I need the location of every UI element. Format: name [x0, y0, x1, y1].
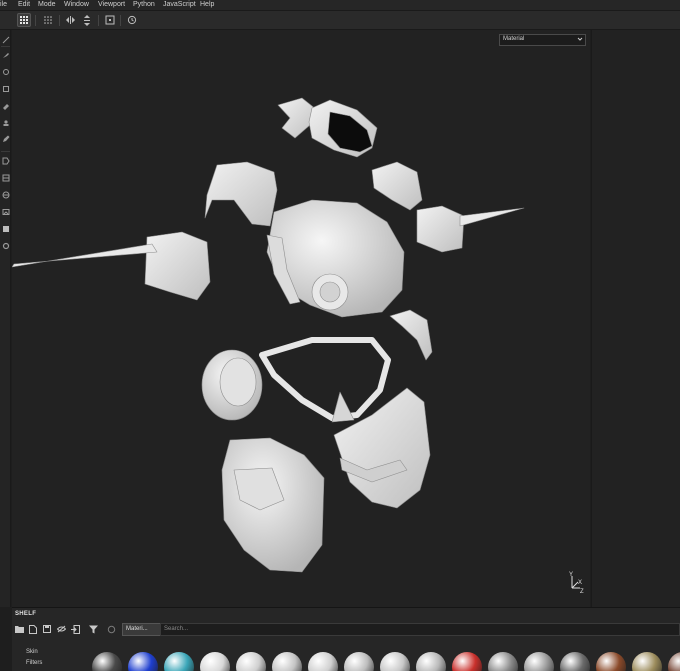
layers-tool-icon[interactable] [1, 173, 10, 182]
globe-tool-icon[interactable] [1, 190, 10, 199]
material-sphere[interactable] [380, 652, 410, 671]
axis-gizmo: Y X Z [566, 570, 588, 595]
material-sphere[interactable] [668, 652, 680, 671]
history-icon[interactable] [125, 13, 139, 27]
right-arm-piece [416, 205, 465, 253]
material-sphere[interactable] [452, 652, 482, 671]
eraser-tool-icon[interactable] [1, 101, 10, 110]
menu-javascript[interactable]: JavaScript [163, 1, 196, 8]
axis-y-label: Y [569, 572, 573, 578]
tool-divider [1, 46, 10, 47]
viewport-toolbar [0, 11, 680, 30]
smooth-tool-icon[interactable] [1, 67, 10, 76]
axis-x-label: X [578, 580, 582, 586]
axis-z-label: Z [580, 589, 584, 594]
tag-tool-icon[interactable] [1, 156, 10, 165]
material-sphere[interactable] [92, 652, 122, 671]
refresh-icon[interactable] [106, 624, 116, 634]
frame-icon[interactable] [103, 13, 117, 27]
shelf-categories: Skin Filters [12, 638, 87, 671]
menu-help[interactable]: Help [200, 1, 214, 8]
material-sphere[interactable] [164, 652, 194, 671]
category-filters[interactable]: Filters [26, 660, 42, 666]
folder-icon[interactable] [14, 624, 24, 634]
shelf-toolbar: Materi... × Search... [12, 622, 680, 637]
center-pivot-icon[interactable] [80, 13, 94, 27]
mask-tool-icon[interactable] [1, 84, 10, 93]
shading-mode-value: Material [503, 36, 525, 42]
material-sphere[interactable] [488, 652, 518, 671]
shelf-search-input[interactable]: Search... [160, 623, 680, 636]
chevron-down-icon [577, 36, 583, 44]
material-sphere[interactable] [308, 652, 338, 671]
new-file-icon[interactable] [28, 624, 38, 634]
material-sphere[interactable] [200, 652, 230, 671]
tool-divider [1, 151, 10, 152]
menu-bar: ile Edit Mode Window Viewport Python Jav… [0, 0, 680, 11]
import-icon[interactable] [70, 624, 80, 634]
menu-mode[interactable]: Mode [38, 1, 56, 8]
mirror-icon[interactable] [63, 13, 77, 27]
ring-frame [259, 337, 391, 421]
toolbar-divider [59, 15, 60, 26]
left-arm-piece [144, 231, 211, 301]
search-placeholder: Search... [164, 626, 189, 632]
settings-tool-icon[interactable] [1, 241, 10, 250]
torso-piece [221, 437, 325, 573]
material-sphere[interactable] [128, 652, 158, 671]
material-sphere[interactable] [344, 652, 374, 671]
toolbar-divider [98, 15, 99, 26]
brush-tool-icon[interactable] [1, 50, 10, 59]
shading-mode-select[interactable]: Material [499, 34, 586, 46]
material-sphere[interactable] [632, 652, 662, 671]
toolbar-divider [35, 15, 36, 26]
material-sphere[interactable] [272, 652, 302, 671]
model-render [11, 97, 525, 573]
tab-materials-label: Materi... [126, 626, 148, 632]
material-sphere[interactable] [596, 652, 626, 671]
menu-viewport[interactable]: Viewport [98, 1, 125, 8]
line-tool-icon[interactable] [1, 35, 10, 44]
right-blade [459, 207, 525, 227]
menu-file[interactable]: ile [0, 1, 7, 8]
image-tool-icon[interactable] [1, 207, 10, 216]
tool-strip [0, 30, 11, 607]
stamp-fill-tool-icon[interactable] [1, 224, 10, 233]
hide-icon[interactable] [56, 624, 66, 634]
grid-view-icon[interactable] [17, 13, 31, 27]
toolbar-divider [120, 15, 121, 26]
right-side-panel [591, 30, 680, 607]
left-blade [11, 243, 158, 268]
save-icon[interactable] [42, 624, 52, 634]
shelf-title: SHELF [15, 611, 37, 617]
shelf-panel: SHELF Materi... × Search... Skin Filters [12, 607, 680, 671]
category-skin[interactable]: Skin [26, 649, 38, 655]
grid-dots-icon[interactable] [41, 13, 55, 27]
material-sphere[interactable] [524, 652, 554, 671]
menu-python[interactable]: Python [133, 1, 155, 8]
material-grid [90, 650, 680, 671]
stamp-tool-icon[interactable] [1, 118, 10, 127]
3d-viewport[interactable] [11, 30, 590, 607]
menu-window[interactable]: Window [64, 1, 89, 8]
menu-edit[interactable]: Edit [18, 1, 30, 8]
pen-tool-icon[interactable] [1, 134, 10, 143]
jaw-piece [333, 387, 431, 509]
filter-icon[interactable] [88, 624, 98, 634]
material-sphere[interactable] [416, 652, 446, 671]
material-sphere[interactable] [560, 652, 590, 671]
material-sphere[interactable] [236, 652, 266, 671]
